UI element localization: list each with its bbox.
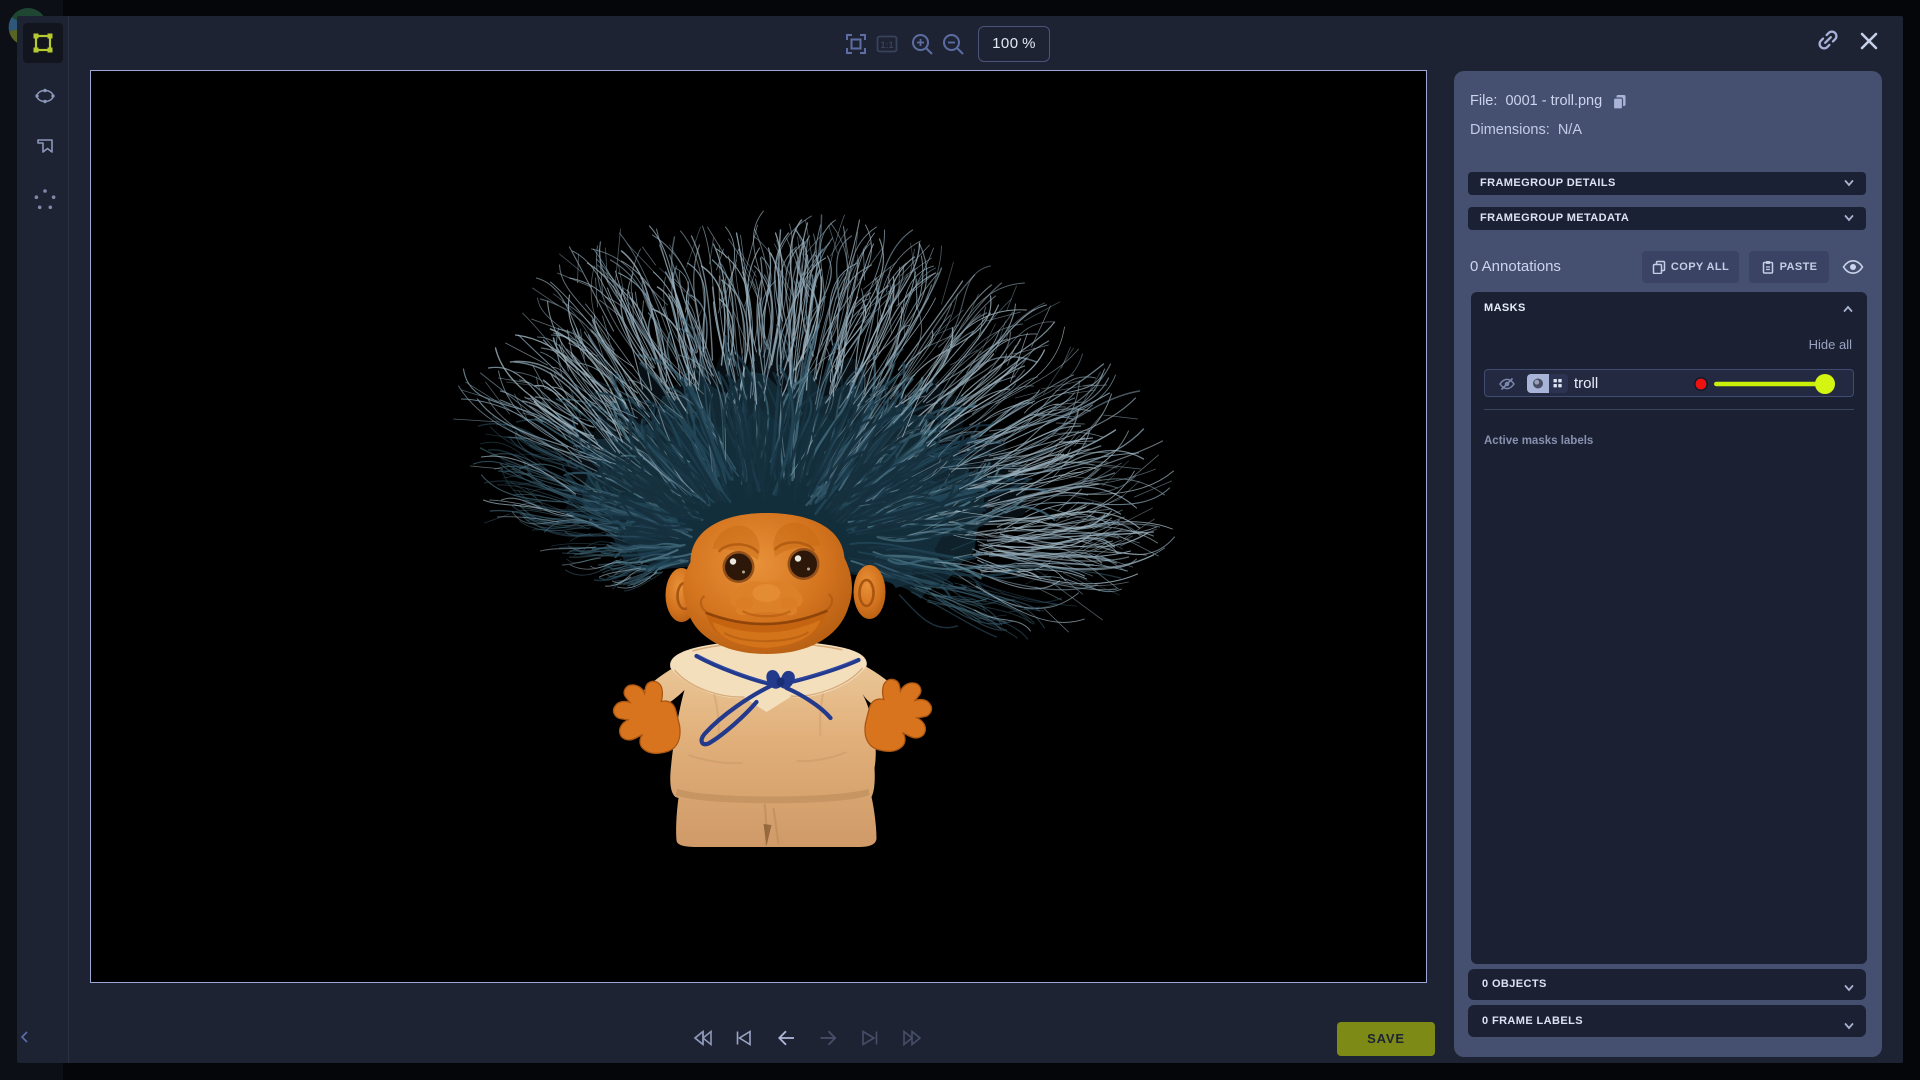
svg-text:1:1: 1:1 (880, 40, 893, 50)
